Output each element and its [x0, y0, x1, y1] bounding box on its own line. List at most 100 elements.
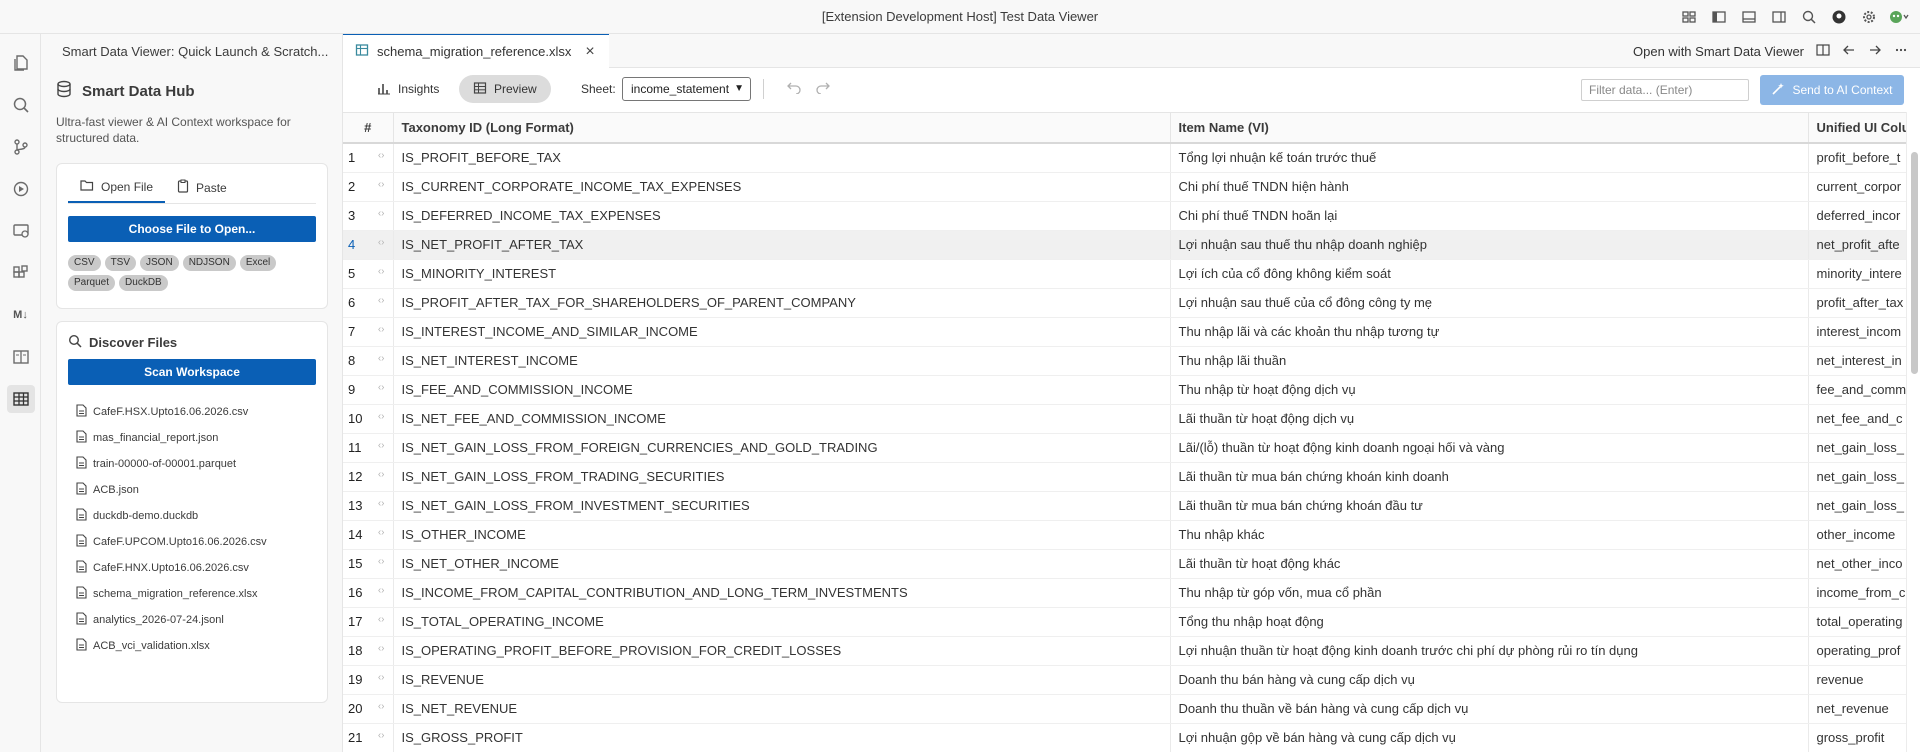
table-cell[interactable]: IS_NET_GAIN_LOSS_FROM_TRADING_SECURITIES	[393, 462, 1171, 492]
source-control-icon[interactable]	[0, 126, 41, 168]
table-cell[interactable]: Lợi nhuận sau thuế thu nhập doanh nghiệp	[1170, 230, 1809, 260]
row-number-cell[interactable]: 14 ‹›	[343, 520, 394, 550]
row-number-cell[interactable]: 3 ‹›	[343, 201, 394, 231]
table-cell[interactable]: IS_OTHER_INCOME	[393, 520, 1171, 550]
table-row[interactable]: 5 ‹› IS_MINORITY_INTEREST Lợi ích của cổ đô…	[343, 259, 1906, 289]
table-cell[interactable]: Chi phí thuế TNDN hiện hành	[1170, 172, 1809, 202]
table-row[interactable]: 14 ‹› IS_OTHER_INCOME Thu nhập khác other_in…	[343, 520, 1906, 550]
list-item[interactable]: CafeF.HNX.Upto16.06.2026.csv	[76, 555, 327, 581]
table-cell[interactable]: Doanh thu bán hàng và cung cấp dịch vụ	[1170, 665, 1809, 695]
expand-row-icon[interactable]: ‹›	[378, 324, 385, 335]
table-cell[interactable]: IS_REVENUE	[393, 665, 1171, 695]
row-number-cell[interactable]: 13 ‹›	[343, 491, 394, 521]
undo-icon[interactable]	[786, 80, 802, 97]
table-row[interactable]: 2 ‹› IS_CURRENT_CORPORATE_INCOME_TAX_EXPEN…	[343, 172, 1906, 202]
table-cell[interactable]: deferred_incor	[1808, 201, 1906, 231]
row-number-cell[interactable]: 4 ‹›	[343, 230, 394, 260]
table-cell[interactable]: operating_prof	[1808, 636, 1906, 666]
table-cell[interactable]: Lợi ích của cổ đông không kiểm soát	[1170, 259, 1809, 289]
table-cell[interactable]: IS_TOTAL_OPERATING_INCOME	[393, 607, 1171, 637]
table-cell[interactable]: gross_profit	[1808, 723, 1906, 752]
row-number-cell[interactable]: 16 ‹›	[343, 578, 394, 608]
table-cell[interactable]: IS_PROFIT_AFTER_TAX_FOR_SHAREHOLDERS_OF_…	[393, 288, 1171, 318]
tab-open-file[interactable]: Open File	[68, 172, 166, 203]
account-icon[interactable]	[1828, 6, 1850, 28]
table-row[interactable]: 1 ‹› IS_PROFIT_BEFORE_TAX Tổng lợi nhuận kế…	[343, 143, 1906, 173]
table-row[interactable]: 7 ‹› IS_INTEREST_INCOME_AND_SIMILAR_INCOME…	[343, 317, 1906, 347]
send-to-ai-context-button[interactable]: Send to AI Context	[1760, 75, 1904, 105]
table-cell[interactable]: interest_incom	[1808, 317, 1906, 347]
expand-row-icon[interactable]: ‹›	[378, 556, 385, 567]
choose-file-button[interactable]: Choose File to Open...	[68, 216, 316, 242]
expand-row-icon[interactable]: ‹›	[378, 701, 385, 712]
table-cell[interactable]: fee_and_comm	[1808, 375, 1906, 405]
explorer-icon[interactable]	[0, 42, 41, 84]
row-number-cell[interactable]: 6 ‹›	[343, 288, 394, 318]
expand-row-icon[interactable]: ‹›	[378, 208, 385, 219]
table-cell[interactable]: minority_intere	[1808, 259, 1906, 289]
expand-row-icon[interactable]: ‹›	[378, 150, 385, 161]
table-cell[interactable]: Thu nhập từ góp vốn, mua cổ phần	[1170, 578, 1809, 608]
table-cell[interactable]: Lãi thuần từ hoạt động khác	[1170, 549, 1809, 579]
row-number-cell[interactable]: 17 ‹›	[343, 607, 394, 637]
markdown-icon[interactable]: M↓	[0, 294, 41, 336]
insights-button[interactable]: Insights	[363, 75, 453, 103]
table-cell[interactable]: Lãi thuần từ mua bán chứng khoán kinh do…	[1170, 462, 1809, 492]
toggle-secondary-sidebar-icon[interactable]	[1768, 6, 1790, 28]
list-item[interactable]: train-00000-of-00001.parquet	[76, 451, 327, 477]
table-cell[interactable]: Lãi thuần từ mua bán chứng khoán đầu tư	[1170, 491, 1809, 521]
column-header[interactable]: #	[343, 113, 394, 144]
expand-row-icon[interactable]: ‹›	[378, 672, 385, 683]
table-cell[interactable]: profit_after_tax	[1808, 288, 1906, 318]
list-item[interactable]: ACB_vci_validation.xlsx	[76, 633, 327, 659]
row-number-cell[interactable]: 8 ‹›	[343, 346, 394, 376]
table-row[interactable]: 13 ‹› IS_NET_GAIN_LOSS_FROM_INVESTMENT_SEC…	[343, 491, 1906, 521]
table-row[interactable]: 12 ‹› IS_NET_GAIN_LOSS_FROM_TRADING_SECURI…	[343, 462, 1906, 492]
table-cell[interactable]: IS_OPERATING_PROFIT_BEFORE_PROVISION_FOR…	[393, 636, 1171, 666]
table-cell[interactable]: IS_NET_REVENUE	[393, 694, 1171, 724]
table-cell[interactable]: Lãi/(lỗ) thuần từ hoạt động kinh doanh n…	[1170, 433, 1809, 463]
table-cell[interactable]: IS_GROSS_PROFIT	[393, 723, 1171, 752]
table-row[interactable]: 20 ‹› IS_NET_REVENUE Doanh thu thuần về bán…	[343, 694, 1906, 724]
table-cell[interactable]: Thu nhập lãi thuần	[1170, 346, 1809, 376]
table-cell[interactable]: IS_PROFIT_BEFORE_TAX	[393, 143, 1171, 173]
row-number-cell[interactable]: 12 ‹›	[343, 462, 394, 492]
row-number-cell[interactable]: 18 ‹›	[343, 636, 394, 666]
list-item[interactable]: schema_migration_reference.xlsx	[76, 581, 327, 607]
table-cell[interactable]: net_revenue	[1808, 694, 1906, 724]
list-item[interactable]: ACB.json	[76, 477, 327, 503]
table-cell[interactable]: IS_NET_PROFIT_AFTER_TAX	[393, 230, 1171, 260]
expand-row-icon[interactable]: ‹›	[378, 585, 385, 596]
data-viewer-icon[interactable]	[0, 378, 41, 420]
list-item[interactable]: duckdb-demo.duckdb	[76, 503, 327, 529]
table-cell[interactable]: Thu nhập khác	[1170, 520, 1809, 550]
open-with-link[interactable]: Open with Smart Data Viewer	[1633, 44, 1804, 59]
book-icon[interactable]	[0, 336, 41, 378]
extensions-icon[interactable]	[0, 252, 41, 294]
table-cell[interactable]: IS_NET_OTHER_INCOME	[393, 549, 1171, 579]
column-header[interactable]: Unified UI Colu	[1808, 113, 1906, 144]
editor-tab[interactable]: schema_migration_reference.xlsx ×	[343, 34, 609, 68]
row-number-cell[interactable]: 15 ‹›	[343, 549, 394, 579]
table-row[interactable]: 6 ‹› IS_PROFIT_AFTER_TAX_FOR_SHAREHOLDERS_…	[343, 288, 1906, 318]
redo-icon[interactable]	[815, 80, 831, 97]
expand-row-icon[interactable]: ‹›	[378, 295, 385, 306]
arrow-right-icon[interactable]	[1868, 43, 1882, 60]
table-cell[interactable]: other_income	[1808, 520, 1906, 550]
table-cell[interactable]: Thu nhập từ hoạt động dịch vụ	[1170, 375, 1809, 405]
table-cell[interactable]: net_profit_afte	[1808, 230, 1906, 260]
expand-row-icon[interactable]: ‹›	[378, 179, 385, 190]
preview-button[interactable]: Preview	[459, 75, 551, 103]
row-number-cell[interactable]: 11 ‹›	[343, 433, 394, 463]
row-number-cell[interactable]: 19 ‹›	[343, 665, 394, 695]
expand-row-icon[interactable]: ‹›	[378, 730, 385, 741]
list-item[interactable]: analytics_2026-07-24.jsonl	[76, 607, 327, 633]
table-cell[interactable]: Doanh thu thuần về bán hàng và cung cấp …	[1170, 694, 1809, 724]
expand-row-icon[interactable]: ‹›	[378, 469, 385, 480]
expand-row-icon[interactable]: ‹›	[378, 237, 385, 248]
table-row[interactable]: 4 ‹› IS_NET_PROFIT_AFTER_TAX Lợi nhuận sau …	[343, 230, 1906, 260]
table-cell[interactable]: IS_INTEREST_INCOME_AND_SIMILAR_INCOME	[393, 317, 1171, 347]
table-cell[interactable]: IS_MINORITY_INTEREST	[393, 259, 1171, 289]
table-row[interactable]: 18 ‹› IS_OPERATING_PROFIT_BEFORE_PROVISION…	[343, 636, 1906, 666]
table-cell[interactable]: Lợi nhuận thuần từ hoạt động kinh doanh …	[1170, 636, 1809, 666]
